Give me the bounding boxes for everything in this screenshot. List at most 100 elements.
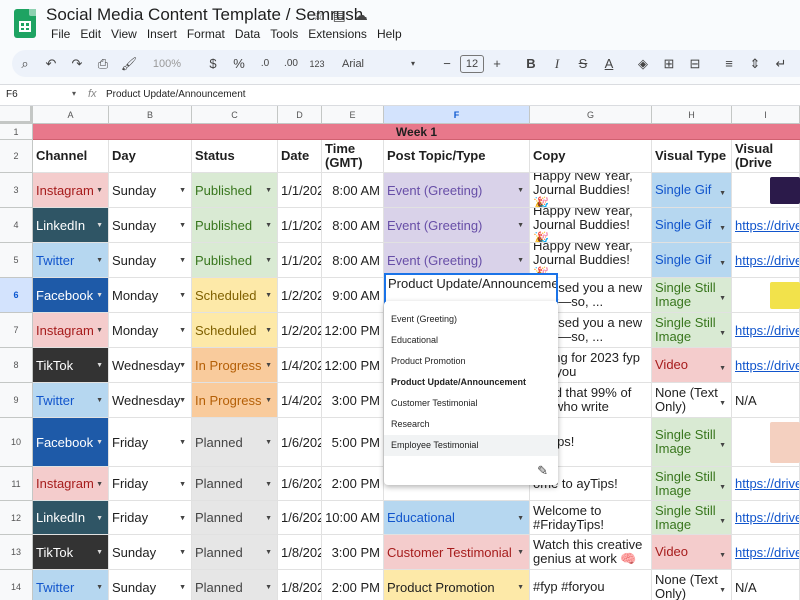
dropdown-option[interactable]: Research bbox=[384, 414, 558, 435]
cell-time[interactable]: 2:00 PM bbox=[322, 467, 384, 501]
dropdown-arrow-icon[interactable]: ▼ bbox=[96, 584, 103, 591]
dropdown-arrow-icon[interactable]: ▼ bbox=[179, 327, 186, 334]
dropdown-arrow-icon[interactable]: ▼ bbox=[719, 257, 726, 271]
cell-visual-type[interactable]: Single Still Image ▼ bbox=[652, 418, 732, 467]
dropdown-arrow-icon[interactable]: ▼ bbox=[179, 584, 186, 591]
text-color-icon[interactable]: A bbox=[596, 53, 622, 75]
cell-time[interactable]: 5:00 PM bbox=[322, 418, 384, 467]
cell-time[interactable]: 8:00 AM bbox=[322, 243, 384, 278]
dropdown-arrow-icon[interactable]: ▼ bbox=[96, 515, 103, 522]
cell-visual-type[interactable]: Single Still Image ▼ bbox=[652, 467, 732, 501]
menu-tools[interactable]: Tools bbox=[265, 27, 303, 41]
chevron-down-icon[interactable]: ▾ bbox=[400, 53, 426, 75]
cell-date[interactable]: 1/8/2023 bbox=[278, 535, 322, 570]
row-header-1[interactable]: 1 bbox=[0, 124, 33, 140]
dropdown-option[interactable]: Educational bbox=[384, 330, 558, 351]
dropdown-arrow-icon[interactable]: ▼ bbox=[265, 584, 272, 591]
dropdown-arrow-icon[interactable]: ▼ bbox=[517, 584, 524, 591]
cell-visual[interactable]: https://drive. bbox=[732, 243, 800, 278]
cell-status[interactable]: Scheduled ▼ bbox=[192, 278, 278, 313]
dropdown-arrow-icon[interactable]: ▼ bbox=[265, 397, 272, 404]
dropdown-arrow-icon[interactable]: ▼ bbox=[96, 222, 103, 229]
cell-time[interactable]: 3:00 PM bbox=[322, 535, 384, 570]
dropdown-arrow-icon[interactable]: ▼ bbox=[517, 515, 524, 522]
cell-channel[interactable]: LinkedIn ▼ bbox=[33, 501, 109, 535]
cell-status[interactable]: In Progress ▼ bbox=[192, 348, 278, 383]
cell-status[interactable]: Planned ▼ bbox=[192, 501, 278, 535]
cell-day[interactable]: Wednesday ▼ ▼ bbox=[109, 348, 192, 383]
number-format-button[interactable]: 123 bbox=[304, 53, 330, 75]
name-box[interactable]: F6 ▾ bbox=[6, 89, 76, 100]
cell-channel[interactable]: Facebook ▼ bbox=[33, 418, 109, 467]
cell-status[interactable]: Scheduled ▼ bbox=[192, 313, 278, 348]
row-header-13[interactable]: 13 bbox=[0, 535, 33, 570]
row-header-10[interactable]: 10 bbox=[0, 418, 33, 467]
cell-date[interactable]: 1/1/2023 bbox=[278, 173, 322, 208]
dropdown-arrow-icon[interactable]: ▼ bbox=[719, 362, 726, 376]
move-folder-icon[interactable]: ▤ bbox=[333, 7, 346, 24]
dropdown-arrow-icon[interactable]: ▼ bbox=[96, 439, 103, 446]
dropdown-arrow-icon[interactable]: ▼ bbox=[265, 222, 272, 229]
cell-channel[interactable]: LinkedIn ▼ bbox=[33, 208, 109, 243]
cell-status[interactable]: In Progress ▼ bbox=[192, 383, 278, 418]
dropdown-arrow-icon[interactable]: ▼ bbox=[179, 439, 186, 446]
dropdown-arrow-icon[interactable]: ▼ bbox=[179, 362, 186, 369]
dropdown-arrow-icon[interactable]: ▼ bbox=[96, 397, 103, 404]
dropdown-arrow-icon[interactable]: ▼ bbox=[179, 481, 186, 488]
row-header-2[interactable]: 2 bbox=[0, 140, 33, 173]
cell-visual[interactable]: https://drive. bbox=[732, 348, 800, 383]
cell-status[interactable]: Planned ▼ bbox=[192, 418, 278, 467]
column-header-b[interactable]: B bbox=[109, 106, 192, 124]
cell-date[interactable]: 1/2/2023 bbox=[278, 313, 322, 348]
cell-visual-type[interactable]: Single Still Image ▼ bbox=[652, 313, 732, 348]
undo-icon[interactable]: ↶ bbox=[38, 53, 64, 75]
cell-copy[interactable]: Watch this creative genius at work 🧠 bbox=[530, 535, 652, 570]
dropdown-arrow-icon[interactable]: ▼ bbox=[719, 549, 726, 563]
cell-status[interactable]: Published ▼ bbox=[192, 243, 278, 278]
column-header-d[interactable]: D bbox=[278, 106, 322, 124]
dropdown-option[interactable]: Customer Testimonial bbox=[384, 393, 558, 414]
row-header-6[interactable]: 6 bbox=[0, 278, 33, 313]
cell-visual[interactable]: https://drive. bbox=[732, 208, 800, 243]
dropdown-arrow-icon[interactable]: ▼ bbox=[517, 222, 524, 229]
dropdown-arrow-icon[interactable]: ▼ bbox=[719, 327, 726, 341]
cell-day[interactable]: Friday ▼ ▼ bbox=[109, 418, 192, 467]
cell-date[interactable]: 1/6/2023 bbox=[278, 501, 322, 535]
row-header-12[interactable]: 12 bbox=[0, 501, 33, 535]
cell-date[interactable]: 1/6/2023 bbox=[278, 467, 322, 501]
cell-day[interactable]: Sunday ▼ ▼ bbox=[109, 570, 192, 600]
dropdown-arrow-icon[interactable]: ▼ bbox=[719, 481, 726, 495]
decrease-decimal-button[interactable]: .0 bbox=[252, 53, 278, 75]
horizontal-align-icon[interactable]: ≡ bbox=[716, 53, 742, 75]
cell-time[interactable]: 10:00 AM bbox=[322, 501, 384, 535]
dropdown-arrow-icon[interactable]: ▼ bbox=[719, 584, 726, 598]
cell-date[interactable]: 1/8/2023 bbox=[278, 570, 322, 600]
cell-channel[interactable]: Instagram ▼ bbox=[33, 173, 109, 208]
cell-visual[interactable]: https://drive. bbox=[732, 313, 800, 348]
cell-topic[interactable]: Event (Greeting) ▼ bbox=[384, 208, 530, 243]
cell-channel[interactable]: Twitter ▼ bbox=[33, 383, 109, 418]
dropdown-arrow-icon[interactable]: ▼ bbox=[96, 187, 103, 194]
dropdown-arrow-icon[interactable]: ▼ bbox=[179, 257, 186, 264]
cell-topic[interactable]: Educational ▼ bbox=[384, 501, 530, 535]
cell-date[interactable]: 1/2/2023 bbox=[278, 278, 322, 313]
visual-thumbnail[interactable] bbox=[770, 177, 800, 204]
menu-view[interactable]: View bbox=[106, 27, 142, 41]
dropdown-arrow-icon[interactable]: ▼ bbox=[96, 362, 103, 369]
cell-channel[interactable]: Twitter ▼ bbox=[33, 243, 109, 278]
dropdown-arrow-icon[interactable]: ▼ bbox=[517, 549, 524, 556]
cell-time[interactable]: 2:00 PM bbox=[322, 570, 384, 600]
cell-copy[interactable]: #fyp #foryou bbox=[530, 570, 652, 600]
increase-decimal-button[interactable]: .00 bbox=[278, 53, 304, 75]
column-header-a[interactable]: A bbox=[33, 106, 109, 124]
cell-visual-type[interactable]: Single Gif ▼ bbox=[652, 208, 732, 243]
dropdown-arrow-icon[interactable]: ▼ bbox=[517, 187, 524, 194]
dropdown-arrow-icon[interactable]: ▼ bbox=[96, 327, 103, 334]
cell-status[interactable]: Published ▼ bbox=[192, 208, 278, 243]
dropdown-arrow-icon[interactable]: ▼ bbox=[96, 257, 103, 264]
cell-visual[interactable]: https://drive. bbox=[732, 467, 800, 501]
search-menus-icon[interactable]: ⌕ bbox=[12, 53, 38, 75]
column-header-f[interactable]: F bbox=[384, 106, 530, 124]
strikethrough-icon[interactable]: S bbox=[570, 53, 596, 75]
dropdown-arrow-icon[interactable]: ▼ bbox=[265, 481, 272, 488]
